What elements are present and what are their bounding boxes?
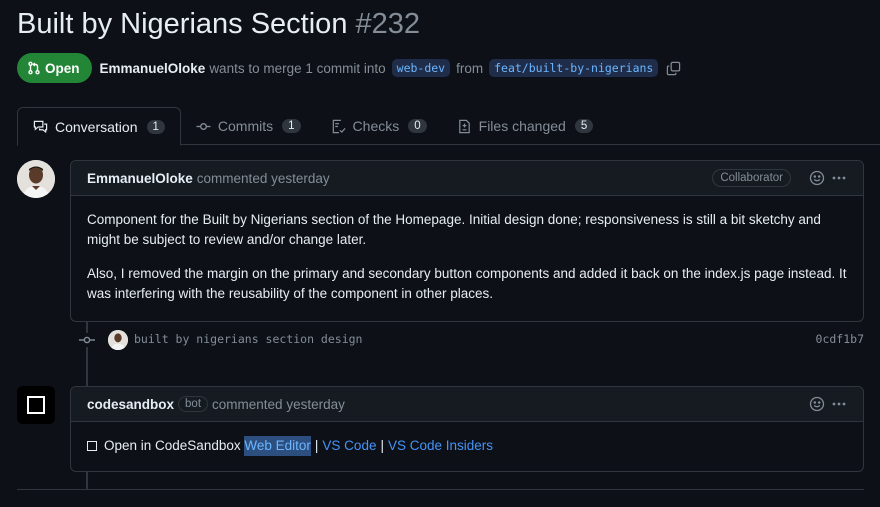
smiley-icon[interactable] xyxy=(809,396,825,412)
tab-commits-count: 1 xyxy=(282,119,301,133)
comment-timestamp[interactable]: commented yesterday xyxy=(197,171,330,186)
codesandbox-links: Open in CodeSandbox Web Editor | VS Code | V… xyxy=(87,436,847,456)
pr-merge-text: wants to merge 1 commit into xyxy=(209,60,386,76)
checklist-icon xyxy=(331,119,346,134)
commit-author-avatar[interactable] xyxy=(108,330,128,350)
commit-timeline-item: built by nigerians section design 0cdf1b… xyxy=(78,329,864,351)
head-branch[interactable]: feat/built-by-nigerians xyxy=(489,59,659,77)
comment-header: codesandbox bot commented yesterday xyxy=(71,387,863,422)
conversation-icon xyxy=(33,119,48,134)
comment-author-link[interactable]: EmmanuelOloke xyxy=(87,171,193,186)
tab-conversation-count: 1 xyxy=(146,119,165,134)
commit-sha-link[interactable]: 0cdf1b7 xyxy=(816,332,864,346)
avatar[interactable] xyxy=(17,160,55,198)
tab-conversation-label: Conversation xyxy=(55,118,138,135)
pr-state-label: Open xyxy=(45,60,80,76)
comment-author-link[interactable]: codesandbox xyxy=(87,397,174,412)
file-diff-icon xyxy=(457,119,472,134)
pr-number: #232 xyxy=(355,8,421,40)
comment-body: Component for the Built by Nigerians sec… xyxy=(71,196,863,318)
link-separator: | xyxy=(380,438,384,453)
link-separator: | xyxy=(314,438,319,453)
smiley-icon[interactable] xyxy=(809,170,825,186)
comment-paragraph: Also, I removed the margin on the primar… xyxy=(87,266,847,301)
commit-node-icon xyxy=(78,333,96,347)
pr-tabs: Conversation 1 Commits 1 Checks 0 Files … xyxy=(17,107,880,146)
bot-comment-card: codesandbox bot commented yesterday Open… xyxy=(70,386,864,472)
tab-checks-label: Checks xyxy=(352,118,400,134)
kebab-horizontal-icon[interactable] xyxy=(831,170,847,186)
pr-meta-row: Open EmmanuelOloke wants to merge 1 comm… xyxy=(17,53,681,83)
commit-message-link[interactable]: built by nigerians section design xyxy=(134,332,362,346)
tab-commits-label: Commits xyxy=(217,118,274,134)
web-editor-link[interactable]: Web Editor xyxy=(244,436,311,456)
bot-avatar[interactable] xyxy=(17,386,55,424)
vs-code-insiders-link[interactable]: VS Code Insiders xyxy=(388,436,493,456)
pr-author-link[interactable]: EmmanuelOloke xyxy=(100,61,206,76)
tab-files-changed-count: 5 xyxy=(574,119,594,133)
codesandbox-logo-icon xyxy=(27,396,45,414)
tab-checks-count: 0 xyxy=(408,119,427,133)
vs-code-link[interactable]: VS Code xyxy=(322,436,376,456)
git-pull-request-icon xyxy=(27,61,41,75)
kebab-horizontal-icon[interactable] xyxy=(831,396,847,412)
pr-from-text: from xyxy=(456,60,484,76)
base-branch[interactable]: web-dev xyxy=(391,59,451,77)
pr-title: Built by Nigerians Section #232 xyxy=(17,8,420,41)
pr-title-text: Built by Nigerians Section xyxy=(17,8,348,40)
tab-conversation[interactable]: Conversation 1 xyxy=(17,107,181,146)
copy-icon[interactable] xyxy=(666,61,681,76)
comment-timestamp[interactable]: commented yesterday xyxy=(212,397,345,412)
comment-body: Open in CodeSandbox Web Editor | VS Code | V… xyxy=(71,422,863,470)
commit-icon xyxy=(196,119,211,134)
comment-card: EmmanuelOloke commented yesterday Collab… xyxy=(70,160,864,322)
tab-checks[interactable]: Checks 0 xyxy=(316,107,442,145)
tab-files-changed[interactable]: Files changed 5 xyxy=(442,107,609,145)
timeline-divider xyxy=(17,489,864,490)
comment-paragraph: Component for the Built by Nigerians sec… xyxy=(87,212,821,247)
codesandbox-prefix: Open in CodeSandbox xyxy=(104,438,241,453)
tab-commits[interactable]: Commits 1 xyxy=(181,107,316,145)
collaborator-badge: Collaborator xyxy=(712,169,791,187)
comment-header: EmmanuelOloke commented yesterday Collab… xyxy=(71,161,863,196)
bot-badge: bot xyxy=(178,396,209,412)
codesandbox-small-icon xyxy=(87,441,97,451)
tab-files-changed-label: Files changed xyxy=(478,118,566,134)
pr-state-badge: Open xyxy=(17,53,92,83)
